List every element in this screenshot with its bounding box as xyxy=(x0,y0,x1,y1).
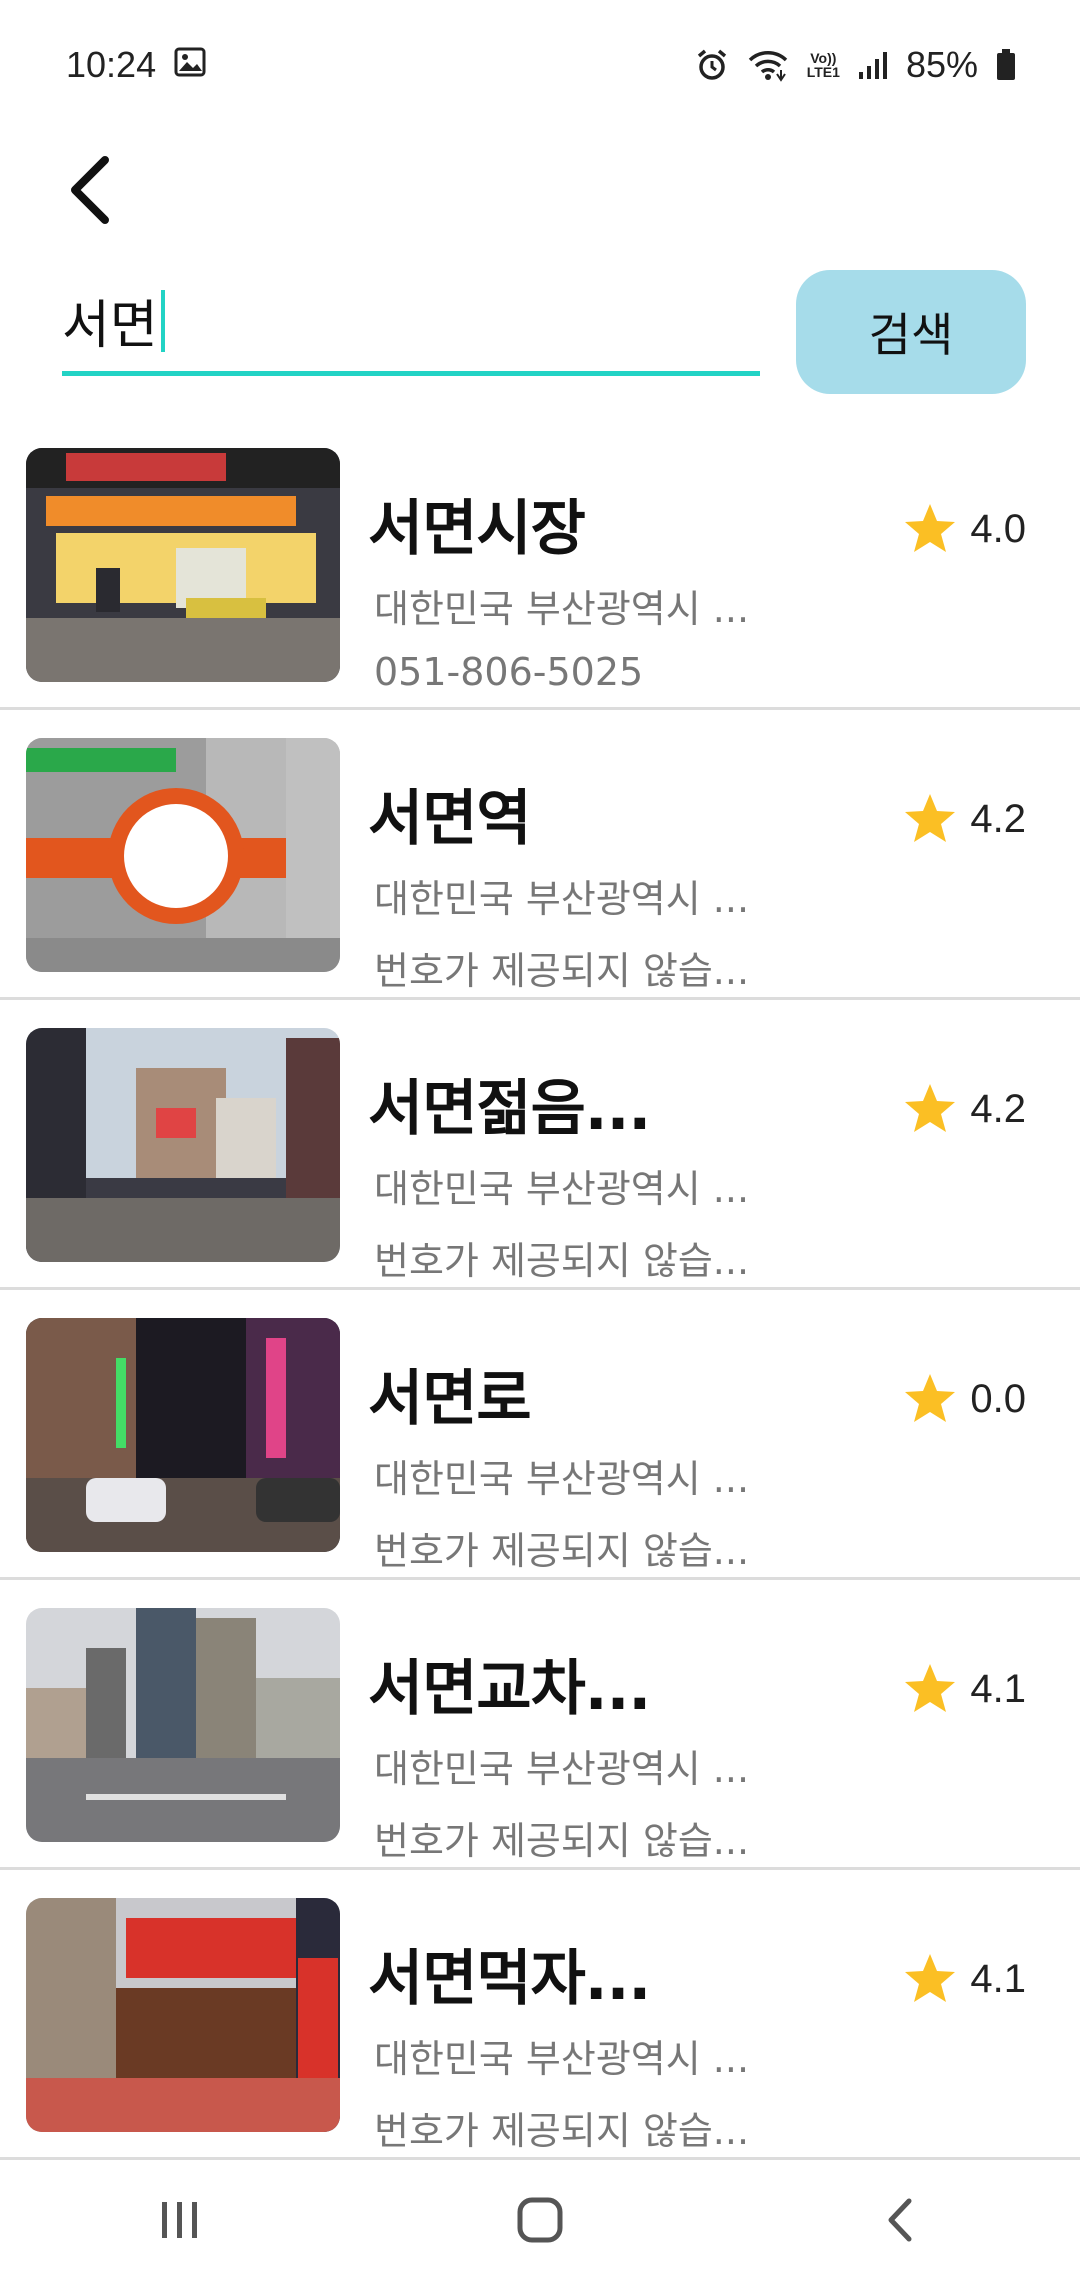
place-phone: 번호가 제공되지 않습... xyxy=(374,1819,750,1863)
place-phone: 번호가 제공되지 않습... xyxy=(374,1239,750,1283)
star-icon xyxy=(905,1954,956,2002)
place-title: 서면젊음... xyxy=(368,1074,651,1144)
signal-icon xyxy=(858,50,888,80)
place-address: 대한민국 부산광역시 ... xyxy=(374,587,750,631)
list-item[interactable]: 서면젊음... 대한민국 부산광역시 ... 번호가 제공되지 않습... 4.… xyxy=(0,1000,1080,1290)
search-input-value: 서면 xyxy=(62,296,158,356)
star-icon xyxy=(905,794,956,842)
wifi-icon xyxy=(747,48,789,82)
rating-value: 4.1 xyxy=(970,1956,1026,2001)
place-phone: 번호가 제공되지 않습... xyxy=(374,2109,750,2153)
place-phone: 번호가 제공되지 않습... xyxy=(374,949,750,993)
place-address: 대한민국 부산광역시 ... xyxy=(374,1167,750,1211)
place-rating: 0.0 xyxy=(902,1372,1026,1426)
volte-indicator: Vo)) LTE1 xyxy=(806,50,840,80)
place-title: 서면시장 xyxy=(368,494,586,564)
list-item[interactable]: 서면역 대한민국 부산광역시 ... 번호가 제공되지 않습... 4.2 xyxy=(0,710,1080,1000)
result-list: 서면시장 대한민국 부산광역시 ... 051-806-5025 4.0 서면역 xyxy=(0,420,1080,2160)
home-icon xyxy=(517,2197,563,2243)
alarm-icon xyxy=(695,48,729,82)
rating-value: 4.2 xyxy=(970,796,1026,841)
place-thumbnail xyxy=(26,1318,340,1552)
list-item[interactable]: 서면로 대한민국 부산광역시 ... 번호가 제공되지 않습... 0.0 xyxy=(0,1290,1080,1580)
status-right: Vo)) LTE1 85% xyxy=(695,44,1016,86)
place-address: 대한민국 부산광역시 ... xyxy=(374,1747,750,1791)
status-time: 10:24 xyxy=(66,44,157,85)
place-address: 대한민국 부산광역시 ... xyxy=(374,877,750,921)
list-item[interactable]: 서면교차... 대한민국 부산광역시 ... 번호가 제공되지 않습... 4.… xyxy=(0,1580,1080,1870)
place-title: 서면교차... xyxy=(368,1654,651,1724)
place-rating: 4.0 xyxy=(902,502,1026,556)
place-thumbnail xyxy=(26,1028,340,1262)
system-back-button[interactable] xyxy=(840,2170,960,2270)
status-bar: 10:24 Vo)) LTE1 85% xyxy=(0,0,1080,130)
place-phone: 번호가 제공되지 않습... xyxy=(374,1529,750,1573)
star-icon xyxy=(905,1084,956,1132)
battery-percent: 85% xyxy=(905,44,978,85)
place-title: 서면로 xyxy=(368,1364,532,1434)
text-caret xyxy=(160,289,165,352)
rating-value: 4.1 xyxy=(970,1666,1026,1711)
rating-value: 0.0 xyxy=(970,1376,1026,1421)
back-arrow-icon xyxy=(71,156,109,224)
place-rating: 4.2 xyxy=(902,1082,1026,1136)
recent-apps-icon xyxy=(162,2202,197,2238)
home-button[interactable] xyxy=(480,2170,600,2270)
place-address: 대한민국 부산광역시 ... xyxy=(374,2037,750,2081)
battery-icon xyxy=(996,49,1016,81)
rating-value: 4.2 xyxy=(970,1086,1026,1131)
place-rating: 4.2 xyxy=(902,792,1026,846)
search-input[interactable]: 서면 xyxy=(62,270,760,376)
place-rating: 4.1 xyxy=(902,1952,1026,2006)
place-title: 서면먹자... xyxy=(368,1944,651,2014)
list-item[interactable]: 서면시장 대한민국 부산광역시 ... 051-806-5025 4.0 xyxy=(0,420,1080,710)
place-address: 대한민국 부산광역시 ... xyxy=(374,1457,750,1501)
status-left: 10:24 xyxy=(66,44,206,86)
list-item[interactable]: 서면먹자... 대한민국 부산광역시 ... 번호가 제공되지 않습... 4.… xyxy=(0,1870,1080,2160)
system-nav-bar xyxy=(0,2160,1080,2280)
place-thumbnail xyxy=(26,1608,340,1842)
place-title: 서면역 xyxy=(368,784,532,854)
back-chevron-icon xyxy=(888,2198,912,2242)
back-button[interactable] xyxy=(40,140,140,240)
star-icon xyxy=(905,1664,956,1712)
star-icon xyxy=(905,504,956,552)
search-button[interactable]: 검색 xyxy=(796,270,1026,394)
place-phone: 051-806-5025 xyxy=(374,650,644,694)
rating-value: 4.0 xyxy=(970,506,1026,551)
gallery-notification-icon xyxy=(174,44,206,86)
place-thumbnail xyxy=(26,1898,340,2132)
place-thumbnail xyxy=(26,448,340,682)
place-thumbnail xyxy=(26,738,340,972)
recent-apps-button[interactable] xyxy=(120,2170,240,2270)
star-icon xyxy=(905,1374,956,1422)
place-rating: 4.1 xyxy=(902,1662,1026,1716)
